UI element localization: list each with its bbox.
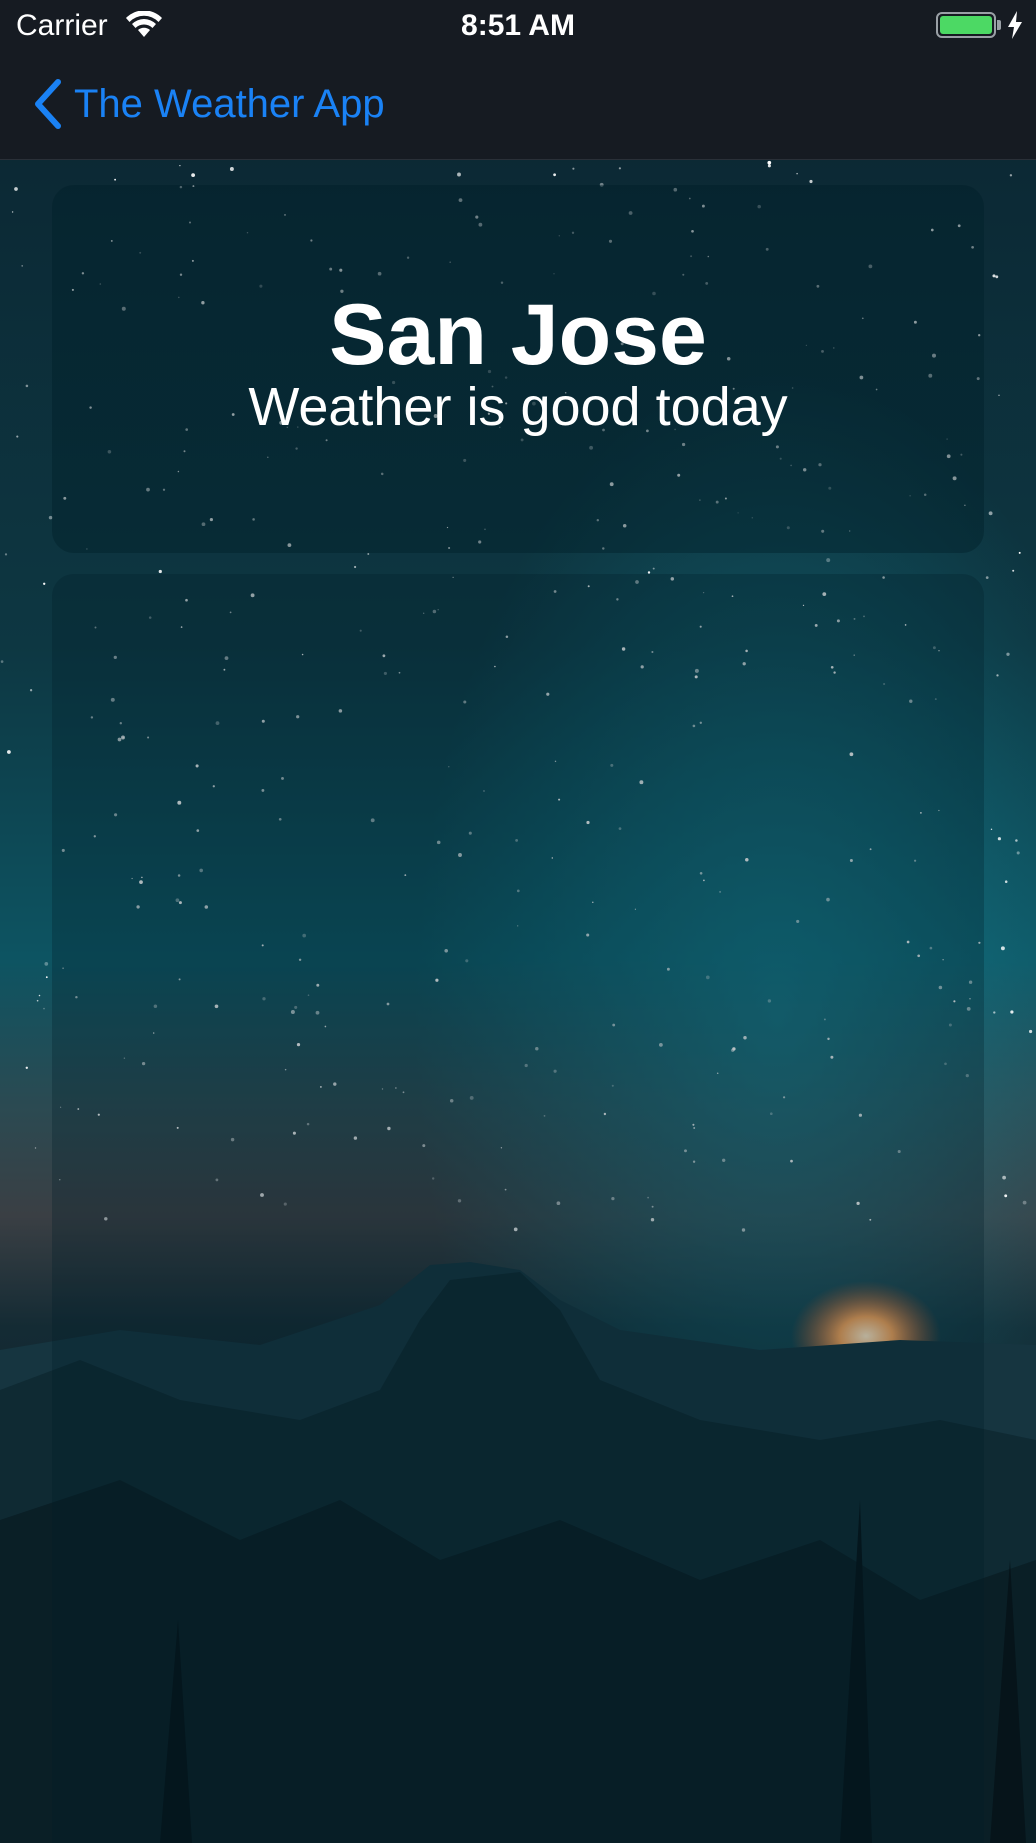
weather-summary: Weather is good today — [248, 377, 788, 437]
weather-screen: Carrier 8:51 AM The Weather App San Jose… — [0, 0, 1036, 1843]
battery-tip — [997, 20, 1001, 30]
chevron-left-icon — [35, 79, 61, 129]
forecast-card — [52, 574, 984, 1843]
city-weather-card: San Jose Weather is good today — [52, 185, 984, 553]
battery-level — [940, 16, 992, 34]
battery-icon — [936, 12, 996, 38]
charging-bolt-icon — [1008, 11, 1022, 39]
status-bar: Carrier 8:51 AM — [0, 0, 1036, 52]
back-button[interactable]: The Weather App — [28, 74, 385, 134]
status-time: 8:51 AM — [461, 9, 575, 42]
navigation-bar: The Weather App — [0, 52, 1036, 160]
city-name: San Jose — [329, 287, 707, 383]
back-button-label: The Weather App — [74, 82, 385, 126]
